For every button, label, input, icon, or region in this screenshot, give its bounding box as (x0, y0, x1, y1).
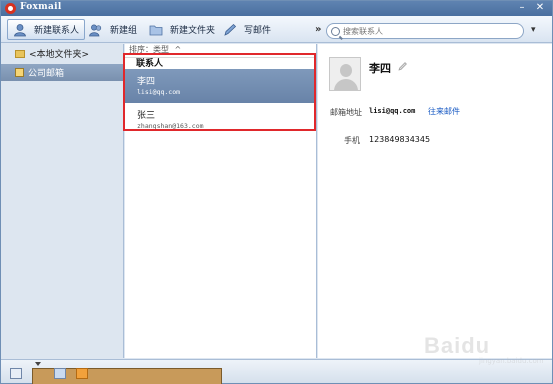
phone-value: 123849834345 (369, 135, 431, 144)
write-mail-button[interactable]: 写邮件 (217, 19, 277, 40)
watermark-url: jingyan.baidu.com (479, 357, 544, 365)
folder-label: <本地文件夹> (29, 50, 90, 60)
avatar-body (334, 79, 358, 90)
contact-detail-name: 李四 (369, 62, 391, 75)
new-contact-label: 新建联系人 (34, 26, 80, 36)
email-label: 邮箱地址 (330, 108, 362, 117)
mail-history-link[interactable]: 往来邮件 (428, 106, 460, 117)
foxmail-window: Foxmail – ✕ 新建联系人 新建组 新建文件夹 写邮件 » 搜索联系人 … (0, 0, 553, 384)
email-value: lisi@qq.com (369, 107, 416, 115)
folder-company-mailbox[interactable]: 公司邮箱 (1, 64, 123, 81)
avatar-head (340, 64, 352, 77)
folder-icon (15, 49, 25, 58)
folder-icon (149, 25, 163, 35)
search-dropdown-button[interactable]: ▾ (531, 25, 536, 35)
search-input[interactable]: 搜索联系人 (326, 23, 524, 39)
write-mail-label: 写邮件 (244, 26, 272, 36)
foxmail-logo-icon (5, 3, 16, 14)
phone-label: 手机 (344, 136, 360, 145)
watermark-brand: Baidu (424, 333, 491, 358)
pen-icon (224, 23, 237, 36)
calendar-module-icon[interactable] (54, 368, 66, 379)
mailbox-icon (15, 68, 24, 77)
app-title: Foxmail (20, 2, 62, 12)
rss-module-icon[interactable] (76, 368, 88, 379)
group-icon (89, 24, 102, 36)
folder-label: 公司邮箱 (28, 69, 65, 79)
highlight-box (123, 53, 316, 131)
avatar (329, 57, 361, 91)
title-bar: Foxmail – ✕ (1, 1, 552, 16)
new-group-button[interactable]: 新建组 (83, 19, 143, 40)
new-contact-button[interactable]: 新建联系人 (7, 19, 86, 40)
folder-local[interactable]: <本地文件夹> (1, 45, 123, 62)
new-group-label: 新建组 (110, 26, 138, 36)
search-placeholder: 搜索联系人 (343, 26, 383, 36)
toolbar-overflow-button[interactable]: » (315, 24, 321, 35)
folder-panel: <本地文件夹> 公司邮箱 (1, 44, 124, 358)
contact-detail-panel: 李四 邮箱地址 lisi@qq.com 往来邮件 手机 123849834345 (318, 44, 552, 358)
minimize-button[interactable]: – (515, 1, 529, 15)
new-folder-button[interactable]: 新建文件夹 (143, 19, 221, 40)
mail-module-icon[interactable] (10, 368, 22, 379)
search-icon (331, 26, 340, 36)
edit-icon[interactable] (398, 61, 408, 71)
new-folder-label: 新建文件夹 (170, 26, 216, 36)
close-button[interactable]: ✕ (533, 1, 547, 15)
toolbar: 新建联系人 新建组 新建文件夹 写邮件 » 搜索联系人 ▾ (1, 16, 552, 43)
baidu-watermark: Baidu jingyan.baidu.com (424, 331, 544, 365)
active-module-indicator (35, 362, 41, 366)
contact-icon (14, 23, 26, 36)
